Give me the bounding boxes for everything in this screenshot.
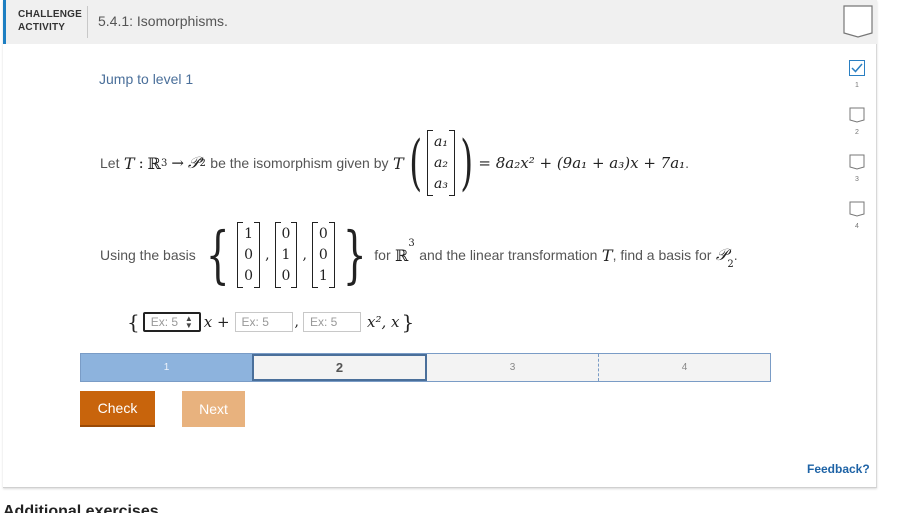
answer-input-3[interactable]: Ex: 5	[302, 312, 361, 332]
basis-vector-1: 1 0 0	[237, 222, 261, 288]
level-3-badge-icon	[849, 154, 865, 170]
answer-input-1[interactable]: Ex: 5 ▲ ▼	[142, 312, 201, 332]
completion-badge-icon	[843, 5, 873, 38]
answer-input-2[interactable]: Ex: 5	[234, 312, 293, 332]
next-button[interactable]: Next	[182, 391, 245, 427]
side-level-indicators: 1 2 3 4	[849, 60, 865, 248]
level-1-segment[interactable]: 1	[81, 354, 252, 381]
additional-exercises-heading: Additional exercises	[3, 503, 159, 513]
level-4-badge-icon	[849, 201, 865, 217]
level-4-segment[interactable]: 4	[599, 354, 770, 381]
basis-vector-2: 0 1 0	[274, 222, 298, 288]
check-button[interactable]: Check	[80, 391, 155, 427]
level-1-complete-icon	[849, 60, 865, 76]
basis-vector-3: 0 0 1	[311, 222, 335, 288]
level-2-badge-icon	[849, 107, 865, 123]
basis-statement: Using the basis { 1 0 0 , 0 1 0 , 0 0 1 …	[100, 218, 738, 291]
activity-title: 5.4.1: Isomorphisms.	[98, 13, 228, 29]
jump-to-level-link[interactable]: Jump to level 1	[99, 71, 193, 87]
problem-statement: Let T : ℝ3 → 𝒫2 be the isomorphism given…	[100, 128, 690, 198]
answer-row: { Ex: 5 ▲ ▼ x + Ex: 5 , Ex: 5 x², x }	[127, 310, 415, 334]
header-divider	[87, 6, 88, 38]
level-2-segment[interactable]: 2	[252, 354, 427, 381]
input-vector-matrix: a₁ a₂ a₃	[427, 130, 455, 196]
level-3-segment[interactable]: 3	[427, 354, 599, 381]
activity-header: CHALLENGE ACTIVITY 5.4.1: Isomorphisms.	[3, 0, 877, 44]
activity-type-label: CHALLENGE ACTIVITY	[18, 9, 83, 33]
challenge-activity-card: CHALLENGE ACTIVITY 5.4.1: Isomorphisms. …	[3, 0, 877, 488]
level-progress-bar: 1 2 3 4	[80, 353, 771, 382]
spinner-arrows-icon[interactable]: ▲ ▼	[185, 315, 193, 330]
transformation-rhs: = 8a₂x² + (9a₁ + a₃)x + 7a₁	[478, 154, 686, 172]
feedback-link[interactable]: Feedback?	[807, 462, 870, 476]
